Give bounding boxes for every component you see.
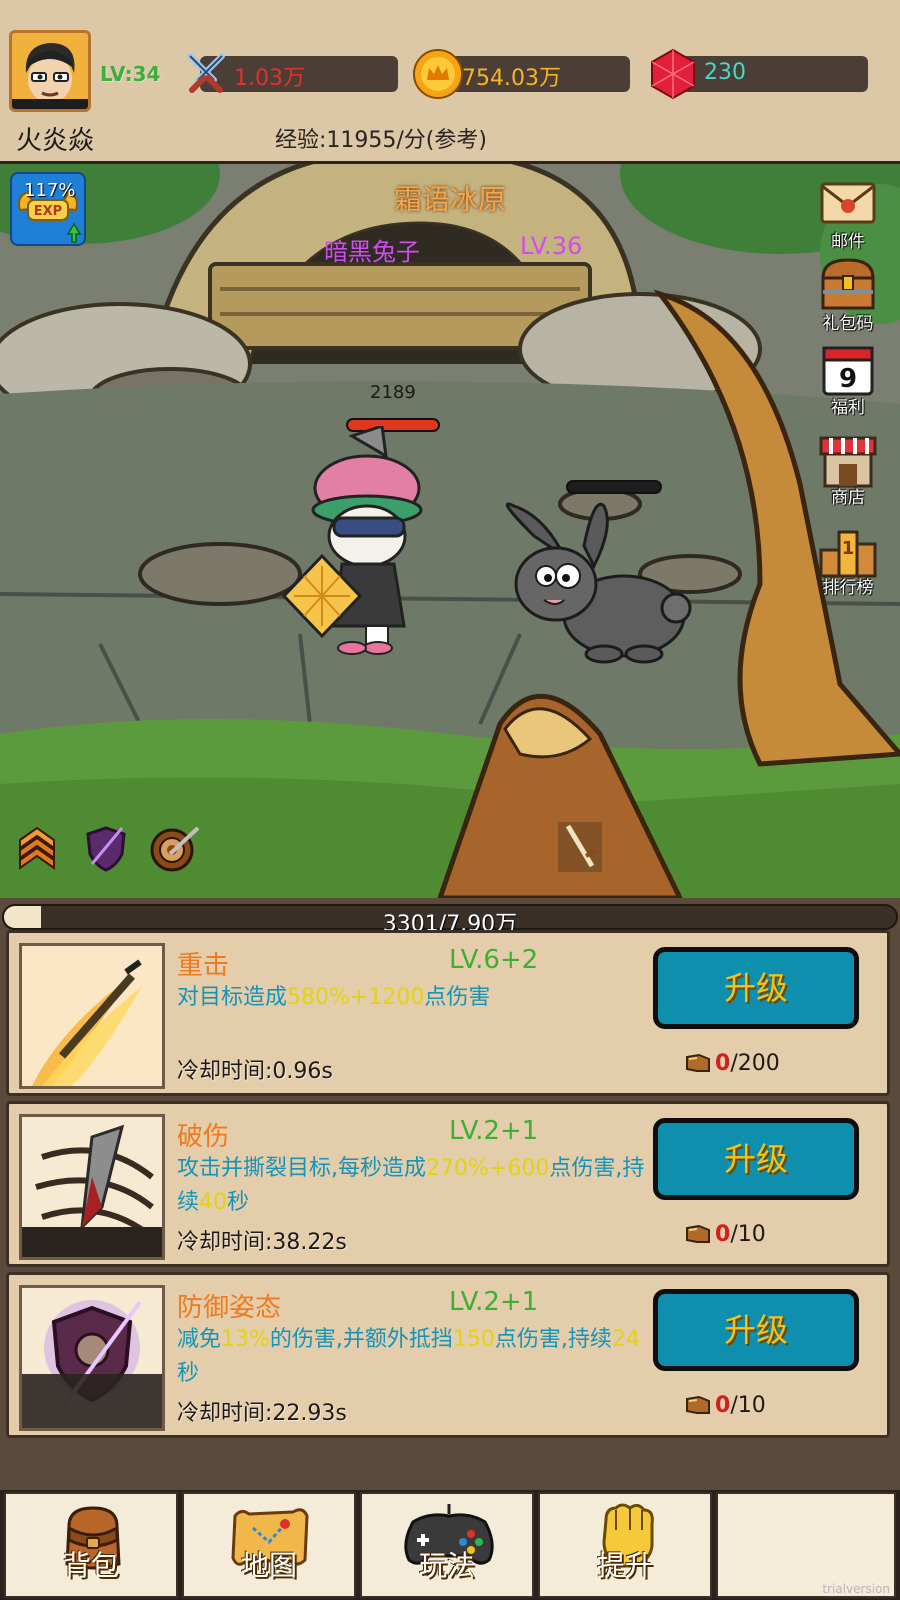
side-label-welfare: 福利 [831, 398, 865, 418]
skill-name: 防御姿态 [177, 1293, 282, 1323]
skill-cooldown: 冷却时间:22.93s [177, 1401, 347, 1426]
shop-icon [819, 436, 877, 488]
skill-description: 攻击并撕裂目标,每秒造成270%+600点伤害,持续40秒 [177, 1156, 645, 1215]
skill-book-cost: 0/200 [685, 1051, 780, 1076]
skill-book-icon [686, 1395, 710, 1414]
target-sword-icon[interactable] [148, 824, 204, 874]
skill-book-icon [686, 1224, 710, 1243]
nav-label-backpack: 背包 [62, 1549, 119, 1582]
calendar-icon: 9 [822, 346, 874, 396]
enemy-level: LV.36 [520, 232, 583, 260]
skill-panel: 3301/7.90万 重击 LV.6+2 对目标造成580%+1200点伤害 冷… [0, 898, 900, 1490]
rank-up-chevron-icon[interactable] [14, 826, 60, 872]
nav-backpack[interactable]: 背包 [4, 1492, 178, 1598]
shield-skill-icon[interactable] [82, 824, 130, 872]
skill-book-icon [686, 1053, 710, 1072]
side-button-ranking[interactable]: 1 排行榜 [810, 520, 886, 598]
exp-badge-text: EXP [34, 204, 62, 219]
player-level: LV:34 [100, 62, 161, 86]
side-button-gift-code[interactable]: 礼包码 [810, 256, 886, 334]
side-button-shop[interactable]: 商店 [810, 430, 886, 508]
skill-description: 减免13%的伤害,并额外抵挡150点伤害,持续24秒 [177, 1327, 640, 1386]
skill-icon-heavy-strike [19, 943, 165, 1089]
nav-label-gameplay: 玩法 [418, 1549, 475, 1582]
side-label-shop: 商店 [831, 488, 865, 508]
skill-book-cost: 0/10 [685, 1393, 766, 1418]
side-button-welfare[interactable]: 9 福利 [810, 340, 886, 418]
upgrade-button[interactable]: 升级 [653, 1118, 859, 1200]
battle-scene: 霜语冰原 暗黑兔子 LV.36 2189 EXP 117% 邮件 礼包码 9 福… [0, 164, 900, 898]
red-gem-icon [651, 48, 695, 100]
player-avatar[interactable] [9, 30, 91, 112]
skill-card: 重击 LV.6+2 对目标造成580%+1200点伤害 冷却时间:0.96s 升… [6, 930, 890, 1096]
skill-level: LV.6+2 [449, 945, 539, 975]
skill-name: 破伤 [177, 1122, 230, 1152]
skill-card: 破伤 LV.2+1 攻击并撕裂目标,每秒造成270%+600点伤害,持续40秒 … [6, 1101, 890, 1267]
flaming-sword-icon [22, 946, 162, 1086]
player-status-bar: LV:34 火炎焱 1.03万 754.03万 230 经验:11955/分(参… [0, 0, 900, 164]
gift-chest-icon [821, 258, 875, 310]
exp-bonus-badge[interactable]: EXP 117% [10, 172, 86, 246]
skill-book-cost: 0/10 [685, 1222, 766, 1247]
skill-card: 防御姿态 LV.2+1 减免13%的伤害,并额外抵挡150点伤害,持续24秒 冷… [6, 1272, 890, 1438]
enemy-name: 暗黑兔子 [324, 238, 420, 266]
skill-description: 对目标造成580%+1200点伤害 [177, 985, 491, 1010]
player-hp-value: 2189 [370, 382, 416, 403]
side-button-mail[interactable]: 邮件 [810, 174, 886, 252]
player-name: 火炎焱 [16, 126, 95, 156]
gold-value: 754.03万 [462, 66, 561, 91]
exp-bonus-percent: 117% [24, 180, 76, 201]
skill-level: LV.2+1 [449, 1287, 539, 1317]
skill-cooldown: 冷却时间:38.22s [177, 1230, 347, 1255]
crossed-swords-icon [187, 53, 225, 93]
skill-name: 重击 [177, 951, 230, 981]
gem-value: 230 [704, 60, 746, 85]
map-name: 霜语冰原 [393, 183, 506, 216]
sword-buff-icon[interactable] [558, 822, 602, 872]
avatar-face-icon [12, 33, 88, 109]
nav-label-map: 地图 [240, 1549, 297, 1582]
nav-label-upgrade: 提升 [596, 1549, 653, 1582]
calendar-day: 9 [839, 364, 857, 394]
enemy-hp-bar [566, 480, 662, 494]
podium-icon: 1 [819, 530, 877, 578]
power-value: 1.03万 [234, 66, 305, 91]
side-label-ranking: 排行榜 [822, 578, 874, 598]
claw-slash-icon [22, 1117, 162, 1257]
side-label-mail: 邮件 [831, 232, 865, 252]
nav-upgrade[interactable]: 提升 [538, 1492, 712, 1598]
skill-level: LV.2+1 [449, 1116, 539, 1146]
side-label-gift-code: 礼包码 [822, 314, 874, 334]
gold-coin-icon [413, 49, 463, 99]
upgrade-button[interactable]: 升级 [653, 1289, 859, 1371]
bottom-navigation: 背包 地图 玩法 提升 trialversion [0, 1490, 900, 1600]
mail-icon [820, 182, 876, 224]
skill-icon-defense-stance [19, 1285, 165, 1431]
skill-cooldown: 冷却时间:0.96s [177, 1059, 333, 1084]
skill-icon-rend [19, 1114, 165, 1260]
upgrade-button[interactable]: 升级 [653, 947, 859, 1029]
enemy-dark-rabbit [505, 502, 692, 664]
purple-shield-icon [22, 1288, 162, 1428]
exp-rate-text: 经验:11955/分(参考) [275, 128, 487, 153]
watermark: trialversion [822, 1582, 890, 1596]
nav-map[interactable]: 地图 [182, 1492, 356, 1598]
nav-gameplay[interactable]: 玩法 [360, 1492, 534, 1598]
podium-first-place: 1 [842, 538, 855, 559]
player-character [282, 426, 423, 655]
